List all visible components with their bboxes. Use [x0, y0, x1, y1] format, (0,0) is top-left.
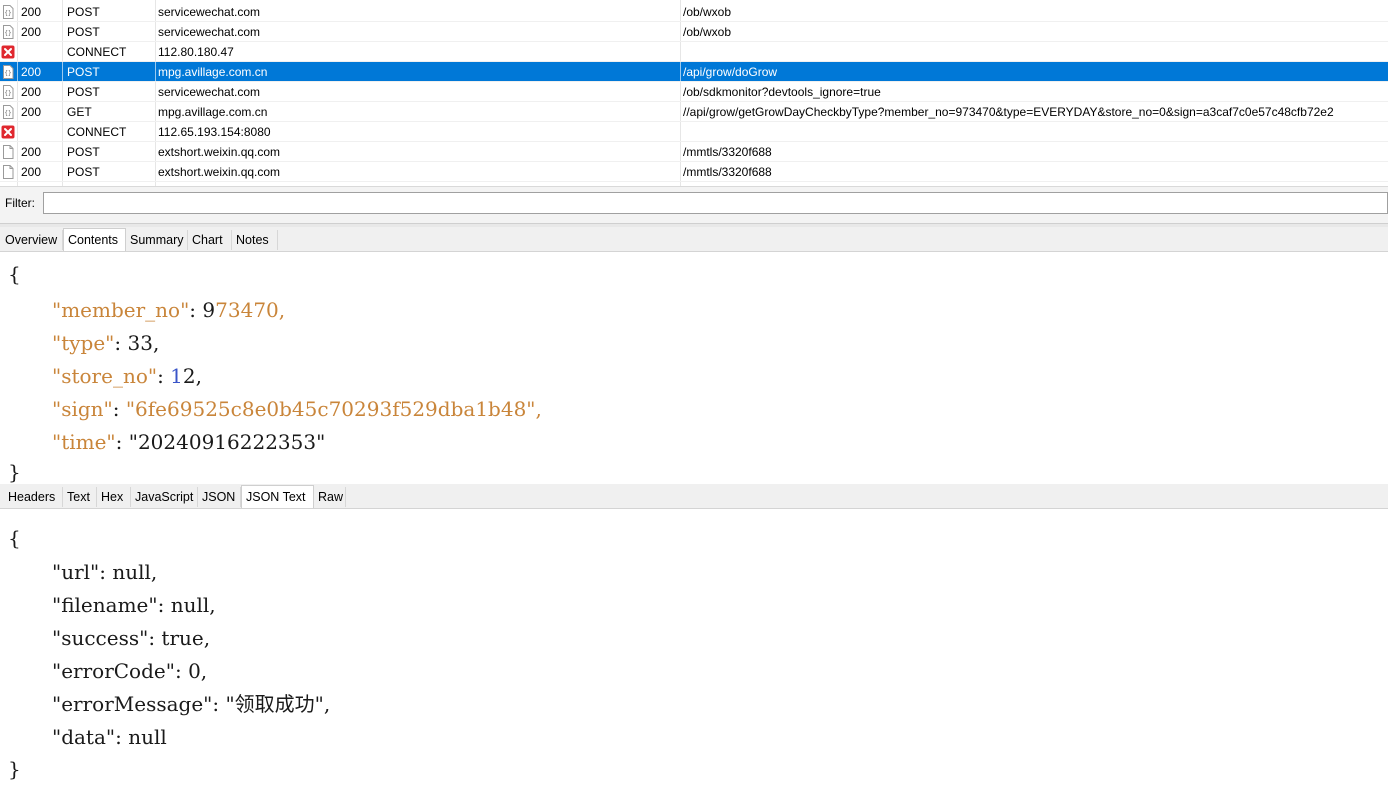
cell-status — [21, 122, 61, 142]
session-row[interactable]: {} 200 POST servicewechat.com/ob/wxob — [0, 22, 1388, 42]
cell-status: 200 — [21, 145, 42, 159]
json-line-member-no: "member_no": 973470, — [52, 298, 286, 322]
svg-text:{}: {} — [4, 10, 11, 17]
cell-url: //api/grow/getGrowDayCheckbyType?member_… — [683, 105, 1334, 119]
tab-contents[interactable]: Contents — [63, 228, 126, 251]
cell-url: /mmtls/3320f688 — [683, 145, 772, 159]
error-icon — [1, 125, 15, 139]
tab-text[interactable]: Text — [63, 487, 97, 507]
svg-text:{}: {} — [4, 70, 11, 77]
session-row[interactable]: CONNECT 112.65.193.154:8080 — [0, 122, 1388, 142]
session-row[interactable]: {} 200 POST servicewechat.com/ob/sdkmonitor… — [0, 82, 1388, 102]
json-line-store-no: "store_no": 12, — [52, 364, 202, 388]
cell-method: POST — [67, 5, 100, 19]
json-close-brace: } — [8, 757, 21, 781]
cell-url — [683, 42, 1388, 62]
cell-status: 200 — [21, 85, 42, 99]
tab-raw[interactable]: Raw — [314, 487, 346, 507]
cell-method: POST — [67, 65, 100, 79]
request-json-view[interactable]: { "member_no": 973470, "type": 33, "stor… — [0, 252, 1388, 484]
column-separator — [155, 62, 156, 82]
cell-url: /api/grow/doGrow — [683, 65, 778, 79]
svg-text:{}: {} — [4, 30, 11, 37]
json-line-error-code: "errorCode": 0, — [52, 659, 208, 683]
cell-host: 112.65.193.154:8080 — [158, 125, 271, 139]
column-separator — [62, 62, 63, 82]
session-row[interactable]: 200 POST extshort.weixin.qq.com/mmtls/3320… — [0, 162, 1388, 182]
cell-method: POST — [67, 145, 100, 159]
cell-method: POST — [67, 85, 100, 99]
cell-method: GET — [67, 105, 92, 119]
cell-host: mpg.avillage.com.cn — [158, 65, 268, 79]
column-separator — [680, 62, 681, 82]
tab-summary[interactable]: Summary — [126, 230, 188, 250]
svg-text:{}: {} — [4, 110, 11, 117]
doc-icon — [1, 145, 15, 159]
cell-host: mpg.avillage.com.cn — [158, 105, 268, 119]
cell-status: 200 — [21, 65, 42, 79]
column-separator — [17, 62, 18, 82]
json-doc-icon: {} — [1, 65, 15, 79]
cell-host: extshort.weixin.qq.com — [158, 145, 281, 159]
json-doc-icon: {} — [1, 5, 15, 19]
cell-method: CONNECT — [67, 45, 127, 59]
json-open-brace: { — [8, 526, 21, 550]
json-line-filename: "filename": null, — [52, 593, 216, 617]
cell-status — [21, 42, 61, 62]
cell-url: /ob/sdkmonitor?devtools_ignore=true — [683, 85, 881, 99]
filter-bar: Filter: — [0, 186, 1388, 224]
filter-input[interactable] — [43, 192, 1388, 214]
cell-status: 200 — [21, 105, 42, 119]
session-row[interactable]: CONNECT 112.80.180.47 — [0, 42, 1388, 62]
session-row[interactable]: 200 POST extshort.weixin.qq.com/mmtls/3320… — [0, 142, 1388, 162]
cell-status: 200 — [21, 165, 42, 179]
json-line-success: "success": true, — [52, 626, 211, 650]
doc-icon — [1, 165, 15, 179]
json-close-brace: } — [8, 460, 21, 484]
session-row[interactable]: {} 200 POST servicewechat.com/ob/wxob — [0, 2, 1388, 22]
cell-url: /ob/wxob — [683, 5, 732, 19]
session-row[interactable]: {} 200 POST mpg.avillage.com.cn/api/grow/do… — [0, 62, 1388, 82]
error-icon — [1, 45, 15, 59]
tab-notes[interactable]: Notes — [232, 230, 278, 250]
tab-json-text[interactable]: JSON Text — [241, 485, 314, 508]
json-open-brace: { — [8, 262, 21, 286]
json-doc-icon: {} — [1, 85, 15, 99]
json-line-type: "type": 33, — [52, 331, 160, 355]
response-inspector-tabs: Headers Text Hex JavaScript JSON JSON Text Raw — [0, 484, 1388, 509]
tab-json[interactable]: JSON — [198, 487, 241, 507]
tab-javascript[interactable]: JavaScript — [131, 487, 198, 507]
request-inspector-tabs: Overview Contents Summary Chart Notes — [0, 227, 1388, 252]
tab-chart[interactable]: Chart — [188, 230, 232, 250]
tab-headers[interactable]: Headers — [4, 487, 63, 507]
filter-label: Filter: — [5, 196, 35, 210]
tab-overview[interactable]: Overview — [1, 230, 63, 250]
cell-host: servicewechat.com — [158, 25, 261, 39]
session-list[interactable]: {} 200 POST servicewechat.com/ob/wxob {} 200 P… — [0, 0, 1388, 186]
cell-host: 112.80.180.47 — [158, 45, 234, 59]
cell-host: servicewechat.com — [158, 5, 261, 19]
row-divider — [0, 181, 1388, 182]
cell-host: extshort.weixin.qq.com — [158, 165, 281, 179]
json-line-time: "time": "20240916222353" — [52, 430, 326, 454]
cell-method: POST — [67, 165, 100, 179]
json-doc-icon: {} — [1, 105, 15, 119]
cell-url — [683, 122, 1388, 142]
cell-host: servicewechat.com — [158, 85, 261, 99]
cell-status: 200 — [21, 25, 42, 39]
json-line-data: "data": null — [52, 725, 167, 749]
response-json-view[interactable]: { "url": null, "filename": null, "succes… — [0, 514, 1388, 786]
cell-url: /ob/wxob — [683, 25, 732, 39]
cell-method: POST — [67, 25, 100, 39]
svg-text:{}: {} — [4, 90, 11, 97]
json-doc-icon: {} — [1, 25, 15, 39]
tab-hex[interactable]: Hex — [97, 487, 131, 507]
json-line-url: "url": null, — [52, 560, 158, 584]
json-line-sign: "sign": "6fe69525c8e0b45c70293f529dba1b4… — [52, 397, 542, 421]
json-line-error-message: "errorMessage": "领取成功", — [52, 692, 331, 716]
cell-status: 200 — [21, 5, 42, 19]
cell-method: CONNECT — [67, 125, 127, 139]
session-row[interactable]: {} 200 GET mpg.avillage.com.cn //api/grow/ge… — [0, 102, 1388, 122]
cell-url: /mmtls/3320f688 — [683, 165, 772, 179]
